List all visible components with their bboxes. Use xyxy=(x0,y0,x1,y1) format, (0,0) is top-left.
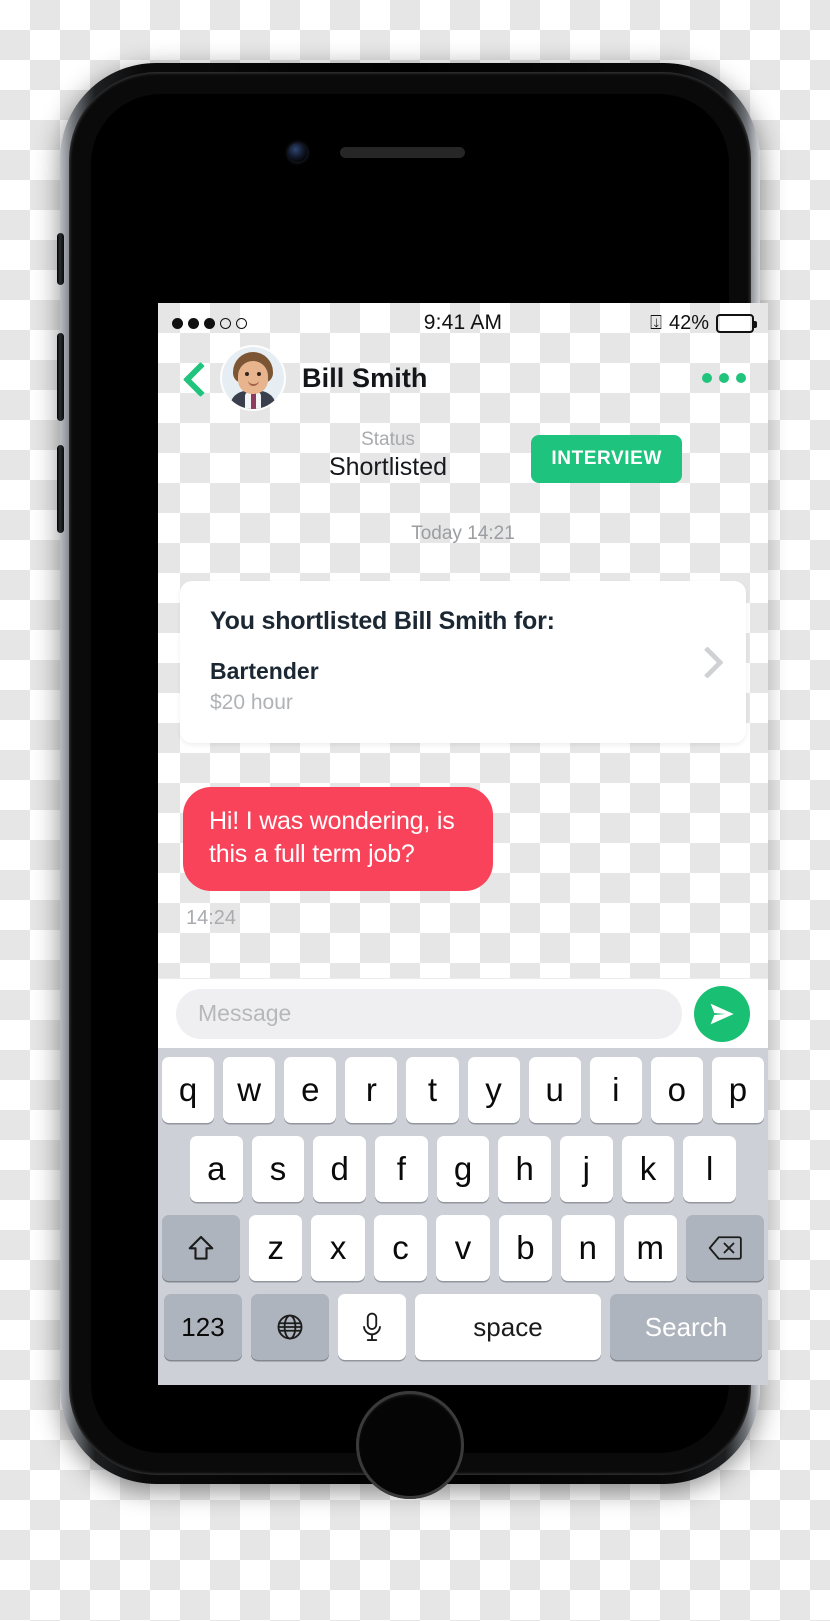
back-button[interactable] xyxy=(178,361,212,395)
message-composer xyxy=(158,978,768,1048)
front-camera-icon xyxy=(288,143,307,162)
status-bar: 9:41 AM ⍗ 42% xyxy=(158,303,768,343)
key-j[interactable]: j xyxy=(560,1136,613,1202)
key-x[interactable]: x xyxy=(311,1215,365,1281)
day-timestamp: Today 14:21 xyxy=(411,523,515,544)
key-i[interactable]: i xyxy=(589,1057,642,1123)
phone-screen: 9:41 AM ⍗ 42% Bill Smith Status Shortlis… xyxy=(158,303,768,1385)
home-button[interactable] xyxy=(356,1391,464,1499)
keyboard-row-3: zxcvbnm xyxy=(162,1215,764,1281)
candidate-status-row: Status Shortlisted INTERVIEW xyxy=(158,413,768,499)
navigation-bar: Bill Smith xyxy=(158,343,768,413)
globe-icon xyxy=(277,1314,303,1340)
microphone-icon xyxy=(363,1312,381,1341)
key-h[interactable]: h xyxy=(498,1136,552,1202)
shift-key[interactable] xyxy=(162,1215,240,1281)
key-b[interactable]: b xyxy=(498,1215,553,1281)
dictation-key[interactable] xyxy=(338,1294,406,1360)
key-r[interactable]: r xyxy=(345,1057,398,1123)
conversation-list: Today 14:21 You shortlisted Bill Smith f… xyxy=(158,523,768,930)
status-bar-clock: 9:41 AM xyxy=(423,311,503,334)
keyboard-row-1: qwertyuiop xyxy=(162,1057,764,1123)
key-k[interactable]: k xyxy=(621,1136,675,1202)
key-a[interactable]: a xyxy=(189,1136,243,1202)
job-card-rate: $20 hour xyxy=(210,691,293,714)
key-m[interactable]: m xyxy=(623,1215,677,1281)
key-u[interactable]: u xyxy=(528,1057,581,1123)
key-l[interactable]: l xyxy=(683,1136,737,1202)
shift-arrow-icon xyxy=(188,1235,214,1260)
earpiece-speaker xyxy=(340,147,465,158)
volume-down-button[interactable] xyxy=(57,445,64,533)
keyboard-row-2: asdfghjkl xyxy=(162,1136,764,1202)
globe-key[interactable] xyxy=(251,1294,329,1360)
interview-button[interactable]: INTERVIEW xyxy=(531,435,682,483)
backspace-icon xyxy=(708,1236,742,1260)
key-s[interactable]: s xyxy=(251,1136,305,1202)
space-key[interactable]: space xyxy=(415,1294,601,1360)
numbers-key[interactable]: 123 xyxy=(164,1294,242,1360)
job-card-headline: You shortlisted Bill Smith for: xyxy=(210,607,555,635)
key-z[interactable]: z xyxy=(249,1215,303,1281)
key-g[interactable]: g xyxy=(436,1136,490,1202)
send-icon xyxy=(710,1003,734,1024)
keyboard-row-4: 123 space Search xyxy=(162,1294,764,1360)
on-screen-keyboard: qwertyuiop asdfghjkl zxcvbnm 123 space S… xyxy=(158,1048,768,1385)
keyboard-letters-row3: zxcvbnm xyxy=(249,1215,677,1281)
chevron-right-icon xyxy=(694,648,720,674)
phone-device-frame: 9:41 AM ⍗ 42% Bill Smith Status Shortlis… xyxy=(57,63,768,1499)
key-p[interactable]: p xyxy=(711,1057,764,1123)
key-d[interactable]: d xyxy=(313,1136,366,1202)
battery-icon xyxy=(716,313,757,333)
more-options-icon[interactable] xyxy=(700,365,748,391)
key-y[interactable]: y xyxy=(467,1057,520,1123)
message-timestamp: 14:24 xyxy=(186,907,237,929)
key-v[interactable]: v xyxy=(436,1215,490,1281)
message-row: Hi! I was wondering, is this a full term… xyxy=(178,787,748,891)
key-f[interactable]: f xyxy=(375,1136,428,1202)
return-key[interactable]: Search xyxy=(610,1294,762,1360)
message-bubble[interactable]: Hi! I was wondering, is this a full term… xyxy=(183,787,493,891)
volume-up-button[interactable] xyxy=(57,333,64,421)
key-n[interactable]: n xyxy=(561,1215,615,1281)
key-o[interactable]: o xyxy=(650,1057,703,1123)
avatar[interactable] xyxy=(222,347,284,409)
key-t[interactable]: t xyxy=(406,1057,459,1123)
job-card[interactable]: You shortlisted Bill Smith for: Bartende… xyxy=(180,581,746,743)
job-card-title: Bartender xyxy=(210,658,319,684)
key-c[interactable]: c xyxy=(373,1215,428,1281)
key-w[interactable]: w xyxy=(223,1057,276,1123)
send-button[interactable] xyxy=(694,985,750,1042)
page-title: Bill Smith xyxy=(302,362,428,393)
key-e[interactable]: e xyxy=(284,1057,337,1123)
backspace-key[interactable] xyxy=(686,1215,764,1281)
message-input[interactable] xyxy=(176,988,682,1039)
job-card-text: You shortlisted Bill Smith for: Bartende… xyxy=(210,607,684,715)
mute-switch-button[interactable] xyxy=(57,233,64,285)
key-q[interactable]: q xyxy=(162,1057,215,1123)
